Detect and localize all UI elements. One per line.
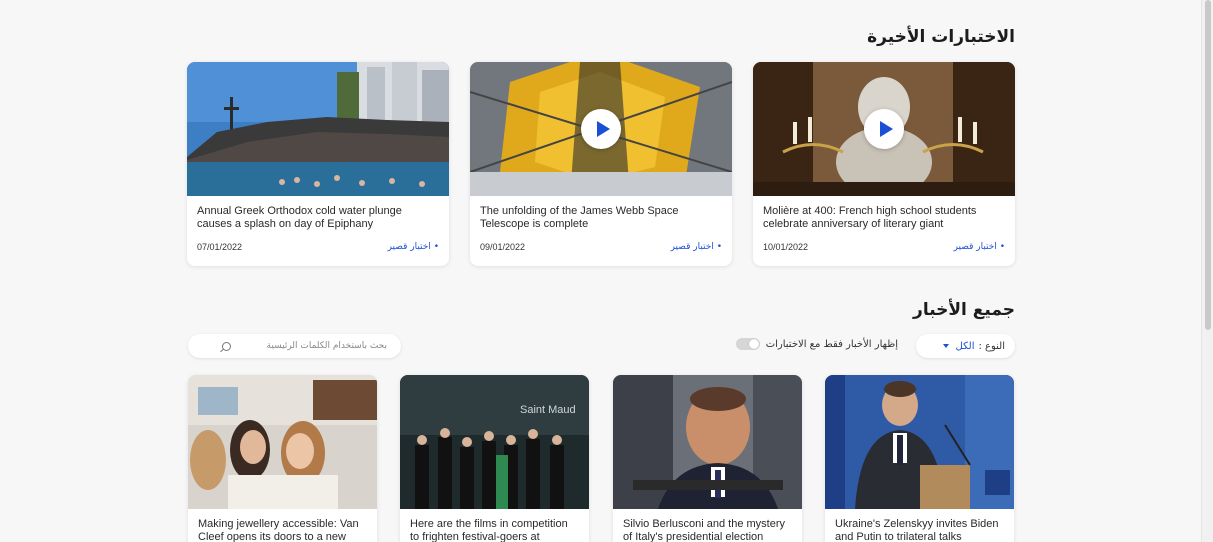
video-card-title[interactable]: Molière at 400: French high school stude… [753,196,1015,242]
play-button[interactable] [581,109,621,149]
video-thumbnail[interactable] [470,62,732,196]
type-filter-value[interactable]: الكل [956,341,975,352]
video-card-date: 09/01/2022 [480,242,526,252]
news-card-title[interactable]: Here are the films in competition to fri… [400,509,589,542]
toggle-knob [748,339,759,349]
news-thumbnail[interactable] [613,375,802,509]
video-card-title[interactable]: The unfolding of the James Webb Space Te… [470,196,732,242]
video-card-date: 07/01/2022 [197,242,243,252]
video-card-date: 10/01/2022 [763,242,809,252]
type-filter-label: النوع : [978,340,1005,352]
page-scrollbar[interactable] [1201,0,1213,542]
type-filter-dropdown[interactable]: النوع : الكل [916,334,1015,358]
news-card-title[interactable]: Ukraine's Zelenskyy invites Biden and Pu… [825,509,1014,542]
news-card[interactable]: Making jewellery accessible: Van Cleef o… [188,375,377,542]
search-input[interactable] [237,341,387,351]
video-card[interactable]: Molière at 400: French high school stude… [753,62,1015,266]
all-news-title: جميع الأخبار [913,300,1015,320]
news-card-title[interactable]: Silvio Berlusconi and the mystery of Ita… [613,509,802,542]
quiz-only-toggle-row[interactable]: إظهار الأخبار فقط مع الاختبارات [735,338,898,350]
news-card[interactable]: Ukraine's Zelenskyy invites Biden and Pu… [825,375,1014,542]
search-box[interactable] [188,334,401,358]
search-icon[interactable] [222,341,231,351]
scrollbar-thumb[interactable] [1205,0,1211,330]
video-card[interactable]: Annual Greek Orthodox cold water plunge … [187,62,449,266]
news-card[interactable]: Silvio Berlusconi and the mystery of Ita… [613,375,802,542]
quiz-only-toggle-label: إظهار الأخبار فقط مع الاختبارات [765,338,898,350]
quiz-tag: • اختبار قصير [953,242,1005,252]
news-thumbnail[interactable] [825,375,1014,509]
news-thumbnail[interactable] [188,375,377,509]
video-thumbnail[interactable] [187,62,449,196]
news-card[interactable]: Saint Maud Here are the films in competi… [400,375,589,542]
chevron-down-icon[interactable] [942,344,949,348]
quiz-only-toggle[interactable] [735,338,760,350]
saint-maud-sign-text: Saint Maud [520,404,576,416]
video-card-title[interactable]: Annual Greek Orthodox cold water plunge … [187,196,449,242]
video-card[interactable]: The unfolding of the James Webb Space Te… [470,62,732,266]
latest-quizzes-title: الاختبارات الأخيرة [867,27,1015,47]
quiz-tag: • اختبار قصير [387,242,439,252]
play-button[interactable] [864,109,904,149]
quiz-tag: • اختبار قصير [670,242,722,252]
news-card-title[interactable]: Making jewellery accessible: Van Cleef o… [188,509,377,542]
video-thumbnail[interactable] [753,62,1015,196]
news-thumbnail[interactable]: Saint Maud [400,375,589,509]
